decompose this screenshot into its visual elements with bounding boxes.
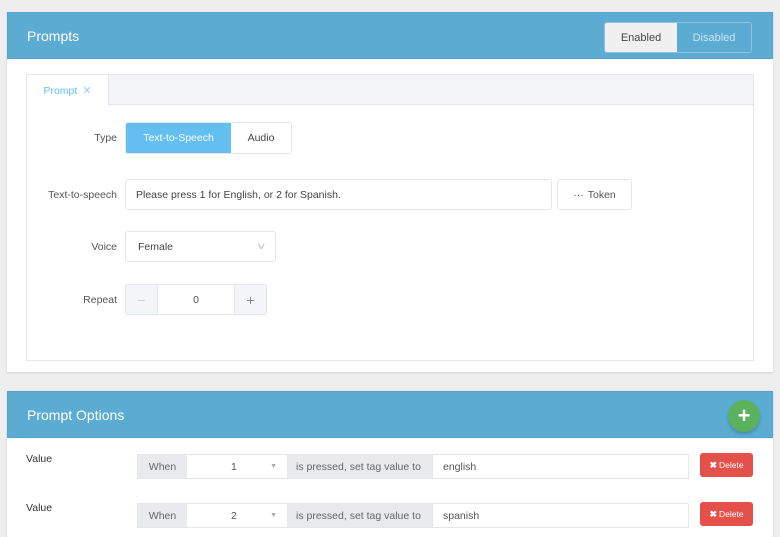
- tts-label: Text-to-speech: [48, 188, 117, 201]
- x-icon: ✖: [709, 508, 717, 519]
- tag-value-input[interactable]: english: [432, 455, 688, 478]
- delete-label: Delete: [718, 509, 744, 519]
- key-value: 1: [231, 460, 237, 473]
- token-label: Token: [587, 188, 616, 201]
- prompt-options-header: Prompt Options +: [7, 391, 773, 438]
- key-select[interactable]: 2 ▼: [187, 504, 287, 527]
- tab-strip: Prompt ✕: [27, 75, 753, 106]
- type-label: Type: [94, 132, 117, 144]
- repeat-label: Repeat: [83, 293, 117, 306]
- ellipsis-icon: ···: [573, 188, 584, 201]
- pressed-addon: is pressed, set tag value to: [287, 504, 432, 527]
- disabled-button[interactable]: Disabled: [677, 23, 751, 52]
- token-button[interactable]: ··· Token: [557, 179, 632, 210]
- voice-label: Voice: [91, 240, 117, 253]
- key-value: 2: [231, 509, 237, 522]
- pressed-addon: is pressed, set tag value to: [287, 455, 432, 478]
- type-option-audio[interactable]: Audio: [231, 123, 291, 153]
- option-label: Value: [26, 453, 53, 465]
- enabled-toggle[interactable]: Enabled Disabled: [604, 22, 752, 53]
- tag-value-input[interactable]: spanish: [432, 504, 688, 527]
- increment-button[interactable]: +: [234, 285, 266, 314]
- delete-button[interactable]: ✖ Delete: [700, 502, 753, 526]
- prompts-header: Prompts Enabled Disabled: [7, 12, 773, 59]
- option-row: Value When 2 ▼ is pressed, set tag value…: [7, 502, 773, 528]
- voice-row: Voice Female ∨: [27, 231, 276, 262]
- close-icon[interactable]: ✕: [82, 84, 91, 97]
- prompts-card: Prompts Enabled Disabled Prompt ✕ Type T…: [7, 12, 773, 372]
- repeat-row: Repeat − 0 +: [27, 284, 267, 315]
- delete-label: Delete: [718, 460, 744, 470]
- prompt-options-card: Prompt Options + Value When 1 ▼ is press…: [7, 391, 773, 537]
- type-option-tts[interactable]: Text-to-Speech: [126, 123, 231, 153]
- chevron-down-icon: ∨: [256, 241, 267, 251]
- type-row: Type Text-to-Speech Audio: [27, 122, 292, 154]
- caret-down-icon: ▼: [270, 463, 277, 470]
- option-input-group: When 2 ▼ is pressed, set tag value to sp…: [137, 503, 689, 528]
- voice-select[interactable]: Female ∨: [125, 231, 276, 262]
- tab-prompt[interactable]: Prompt ✕: [27, 75, 109, 106]
- prompt-tabs: Prompt ✕ Type Text-to-Speech Audio Text-…: [26, 74, 754, 361]
- option-label: Value: [26, 502, 53, 514]
- voice-value: Female: [138, 240, 174, 253]
- when-addon: When: [138, 455, 187, 478]
- add-option-button[interactable]: +: [728, 400, 760, 432]
- x-icon: ✖: [709, 459, 717, 470]
- key-select[interactable]: 1 ▼: [187, 455, 287, 478]
- when-addon: When: [138, 504, 187, 527]
- enabled-button[interactable]: Enabled: [605, 23, 677, 52]
- decrement-button[interactable]: −: [126, 285, 158, 314]
- plus-icon: +: [737, 403, 751, 428]
- delete-button[interactable]: ✖ Delete: [700, 453, 753, 477]
- prompt-options-title: Prompt Options: [27, 407, 125, 423]
- tab-prompt-label: Prompt: [43, 84, 78, 97]
- repeat-value[interactable]: 0: [158, 285, 234, 314]
- option-input-group: When 1 ▼ is pressed, set tag value to en…: [137, 454, 689, 479]
- prompts-title: Prompts: [27, 28, 80, 44]
- caret-down-icon: ▼: [270, 512, 277, 519]
- tts-row: Text-to-speech Please press 1 for Englis…: [27, 179, 632, 210]
- tts-input[interactable]: Please press 1 for English, or 2 for Spa…: [125, 179, 552, 210]
- option-row: Value When 1 ▼ is pressed, set tag value…: [7, 453, 773, 479]
- repeat-stepper[interactable]: − 0 +: [125, 284, 267, 315]
- type-selector[interactable]: Text-to-Speech Audio: [125, 122, 292, 154]
